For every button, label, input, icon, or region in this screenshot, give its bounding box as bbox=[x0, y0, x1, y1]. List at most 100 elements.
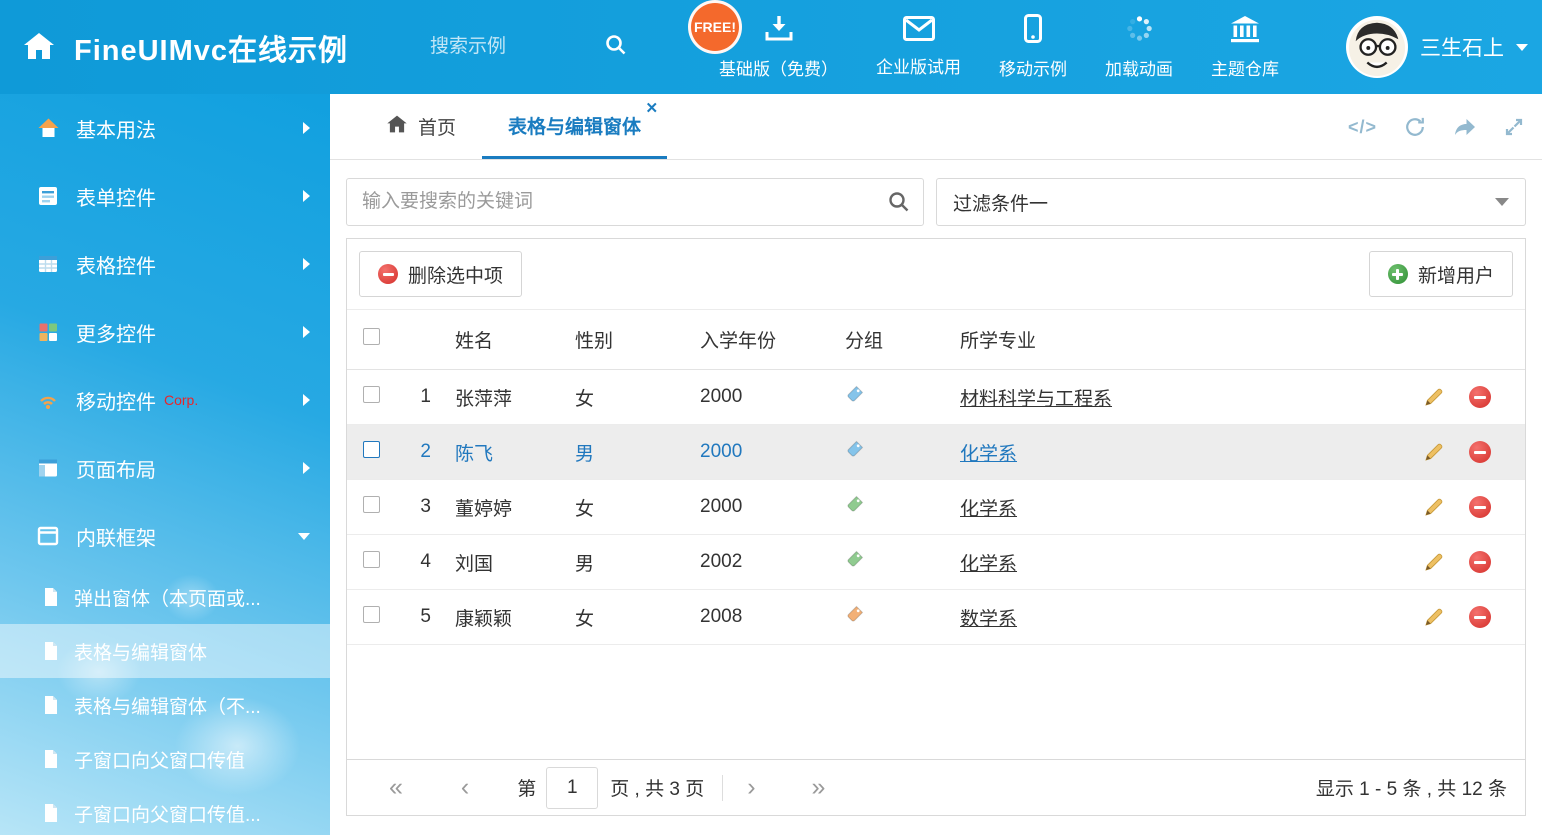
sidebar-item-label: 基本用法 bbox=[76, 114, 156, 143]
tag-icon bbox=[845, 494, 865, 514]
delete-icon[interactable] bbox=[1469, 496, 1491, 518]
nav-theme-store[interactable]: 主题仓库 bbox=[1192, 0, 1298, 94]
table-row[interactable]: 3 董婷婷 女 2000 化学系 bbox=[347, 480, 1525, 535]
edit-icon[interactable] bbox=[1423, 496, 1445, 518]
user-menu[interactable]: 三生石上 bbox=[1346, 0, 1528, 94]
column-major[interactable]: 所学专业 bbox=[950, 326, 1415, 353]
refresh-icon[interactable] bbox=[1404, 116, 1426, 138]
close-icon[interactable]: ✕ bbox=[645, 101, 658, 116]
prev-page-button[interactable]: ‹ bbox=[461, 775, 469, 800]
tab-bar: 首页 表格与编辑窗体 ✕ </> bbox=[330, 94, 1542, 160]
major-link[interactable]: 材料科学与工程系 bbox=[960, 389, 1112, 410]
nav-enterprise-trial[interactable]: 企业版试用 bbox=[857, 0, 980, 94]
sidebar-subitem-popup-window[interactable]: 弹出窗体（本页面或... bbox=[0, 570, 330, 624]
add-user-button[interactable]: 新增用户 bbox=[1369, 251, 1513, 297]
sidebar-item-page-layout[interactable]: 页面布局 bbox=[0, 434, 330, 502]
sidebar-item-grid-controls[interactable]: 表格控件 bbox=[0, 230, 330, 298]
sidebar-item-more-controls[interactable]: 更多控件 bbox=[0, 298, 330, 366]
tab-grid-edit-window[interactable]: 表格与编辑窗体 ✕ bbox=[482, 94, 667, 159]
row-checkbox[interactable] bbox=[363, 606, 380, 623]
sidebar-item-mobile-controls[interactable]: 移动控件 Corp. bbox=[0, 366, 330, 434]
edit-icon[interactable] bbox=[1423, 551, 1445, 573]
table-icon bbox=[36, 252, 60, 276]
delete-icon[interactable] bbox=[1469, 441, 1491, 463]
tag-icon bbox=[845, 604, 865, 624]
major-link[interactable]: 化学系 bbox=[960, 554, 1017, 575]
major-link[interactable]: 数学系 bbox=[960, 609, 1017, 630]
search-icon[interactable] bbox=[887, 190, 911, 219]
header-search-input[interactable] bbox=[430, 36, 590, 58]
table-row[interactable]: 1 张萍萍 女 2000 材料科学与工程系 bbox=[347, 370, 1525, 425]
row-checkbox[interactable] bbox=[363, 386, 380, 403]
cell-gender: 男 bbox=[565, 549, 690, 576]
search-row: 过滤条件一 bbox=[346, 178, 1526, 226]
fullscreen-icon[interactable] bbox=[1504, 117, 1524, 137]
sidebar-subitem-child-to-parent[interactable]: 子窗口向父窗口传值 bbox=[0, 732, 330, 786]
edit-icon[interactable] bbox=[1423, 606, 1445, 628]
row-checkbox[interactable] bbox=[363, 441, 380, 458]
row-checkbox[interactable] bbox=[363, 496, 380, 513]
sidebar-item-form-controls[interactable]: 表单控件 bbox=[0, 162, 330, 230]
chevron-right-icon bbox=[303, 394, 310, 406]
column-group[interactable]: 分组 bbox=[835, 326, 950, 353]
filter-dropdown[interactable]: 过滤条件一 bbox=[936, 178, 1526, 226]
table-row[interactable]: 5 康颖颖 女 2008 数学系 bbox=[347, 590, 1525, 645]
row-checkbox[interactable] bbox=[363, 551, 380, 568]
home-icon[interactable] bbox=[22, 31, 56, 66]
nav-label: 主题仓库 bbox=[1211, 55, 1279, 80]
edit-icon[interactable] bbox=[1423, 386, 1445, 408]
sidebar-item-label: 表单控件 bbox=[76, 182, 156, 211]
sidebar-subitem-label: 表格与编辑窗体（不... bbox=[74, 692, 261, 719]
open-in-new-icon[interactable] bbox=[1453, 117, 1477, 137]
tab-label: 表格与编辑窗体 bbox=[508, 112, 641, 139]
page-count-text: 页 , 共 3 页 bbox=[610, 774, 704, 801]
form-icon bbox=[36, 184, 60, 208]
keyword-search-input[interactable] bbox=[346, 178, 924, 226]
column-gender[interactable]: 性别 bbox=[565, 326, 690, 353]
chevron-down-icon bbox=[1516, 44, 1528, 51]
tag-icon bbox=[845, 384, 865, 404]
delete-icon[interactable] bbox=[1469, 386, 1491, 408]
cell-year: 2000 bbox=[690, 496, 835, 518]
delete-icon[interactable] bbox=[1469, 551, 1491, 573]
header-search[interactable] bbox=[430, 0, 628, 94]
major-link[interactable]: 化学系 bbox=[960, 444, 1017, 465]
sidebar-subitem-label: 子窗口向父窗口传值... bbox=[74, 800, 261, 827]
chevron-down-icon bbox=[1495, 198, 1509, 206]
header-nav: 基础版（免费） 企业版试用 移动示例 加载动画 bbox=[700, 0, 1298, 94]
edit-icon[interactable] bbox=[1423, 441, 1445, 463]
next-page-button[interactable]: › bbox=[747, 775, 755, 800]
sidebar-item-basic-usage[interactable]: 基本用法 bbox=[0, 94, 330, 162]
page-icon bbox=[42, 803, 60, 823]
first-page-button[interactable]: « bbox=[389, 775, 403, 800]
search-icon[interactable] bbox=[604, 33, 628, 62]
source-code-icon[interactable]: </> bbox=[1348, 117, 1377, 138]
delete-icon[interactable] bbox=[1469, 606, 1491, 628]
cell-gender: 女 bbox=[565, 384, 690, 411]
sidebar-subitem-child-to-parent-2[interactable]: 子窗口向父窗口传值... bbox=[0, 786, 330, 835]
sidebar-item-label: 移动控件 bbox=[76, 386, 156, 415]
free-badge: FREE! bbox=[688, 0, 742, 54]
sidebar-subitem-grid-edit-window-2[interactable]: 表格与编辑窗体（不... bbox=[0, 678, 330, 732]
tab-tools: </> bbox=[1348, 94, 1524, 160]
nav-label: 移动示例 bbox=[999, 55, 1067, 80]
bank-icon bbox=[1229, 15, 1261, 48]
last-page-button[interactable]: » bbox=[812, 775, 826, 800]
column-name[interactable]: 姓名 bbox=[445, 326, 565, 353]
download-icon bbox=[764, 15, 794, 48]
delete-selected-button[interactable]: 删除选中项 bbox=[359, 251, 522, 297]
column-year[interactable]: 入学年份 bbox=[690, 326, 835, 353]
page-number-input[interactable] bbox=[546, 767, 598, 809]
spinner-icon bbox=[1125, 14, 1154, 48]
tab-home[interactable]: 首页 bbox=[360, 94, 482, 159]
table-row[interactable]: 4 刘国 男 2002 化学系 bbox=[347, 535, 1525, 590]
app-header: FineUIMvc在线示例 FREE! 基础版（免费） 企业版试用 移动示例 bbox=[0, 0, 1542, 94]
sidebar: 基本用法 表单控件 表格控件 更多控件 移动控件 Corp. 页面布局 bbox=[0, 94, 330, 835]
sidebar-item-iframe[interactable]: 内联框架 bbox=[0, 502, 330, 570]
table-row[interactable]: 2 陈飞 男 2000 化学系 bbox=[347, 425, 1525, 480]
major-link[interactable]: 化学系 bbox=[960, 499, 1017, 520]
sidebar-subitem-grid-edit-window[interactable]: 表格与编辑窗体 bbox=[0, 624, 330, 678]
nav-loading-animation[interactable]: 加载动画 bbox=[1086, 0, 1192, 94]
select-all-checkbox[interactable] bbox=[363, 328, 380, 345]
nav-mobile-demo[interactable]: 移动示例 bbox=[980, 0, 1086, 94]
